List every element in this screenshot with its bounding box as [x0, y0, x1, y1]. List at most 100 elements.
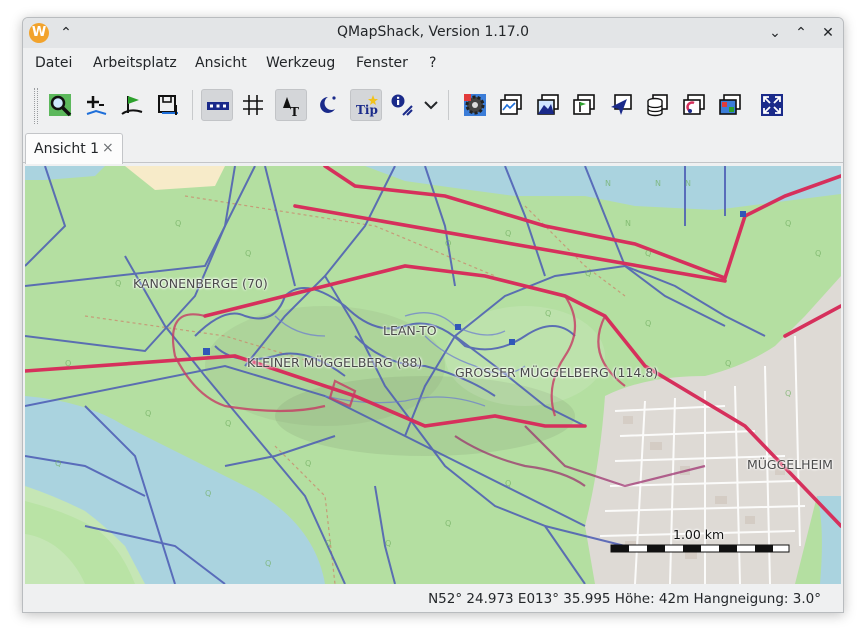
- grid-toggle[interactable]: [237, 89, 269, 121]
- svg-text:Q: Q: [65, 359, 71, 368]
- gis-view-button[interactable]: [568, 89, 600, 121]
- gis-view-icon: [573, 94, 595, 115]
- svg-text:Q: Q: [815, 249, 821, 258]
- realtime-view-icon: [683, 94, 705, 115]
- menu-arbeitsplatz[interactable]: Arbeitsplatz: [93, 55, 177, 71]
- svg-text:Q: Q: [725, 359, 731, 368]
- menu-help[interactable]: ?: [429, 55, 436, 71]
- fullscreen-button[interactable]: [756, 89, 788, 121]
- map-view-button[interactable]: [495, 89, 527, 121]
- menu-bar: Datei Arbeitsplatz Ansicht Werkzeug Fens…: [23, 49, 843, 77]
- map-label-kleiner-mueggelberg: KLEINER MÜGGELBERG (88): [247, 355, 423, 370]
- svg-text:Q: Q: [505, 479, 511, 488]
- add-waypoint-button[interactable]: [80, 89, 112, 121]
- route-flag-icon: [121, 96, 143, 115]
- route-flag-button[interactable]: [116, 89, 148, 121]
- tooltip-toggle[interactable]: Tip: [350, 89, 382, 121]
- grid-icon: [243, 95, 263, 115]
- view-tab-bar: Ansicht 1 ×: [23, 131, 843, 164]
- search-map-button[interactable]: [44, 89, 76, 121]
- map-canvas[interactable]: Q Q Q Q Q Q Q Q Q Q Q Q Q Q Q Q Q Q Q Q Q Q N N N N Q Q KANONENBERG…: [25, 166, 841, 584]
- menu-ansicht[interactable]: Ansicht: [195, 55, 247, 71]
- realtime-view-button[interactable]: [678, 89, 710, 121]
- svg-text:Q: Q: [445, 239, 451, 248]
- more-dropdown-icon: [424, 101, 438, 110]
- save-map-icon: [158, 95, 178, 115]
- map-label-kanonenberge: KANONENBERGE (70): [133, 276, 268, 291]
- svg-text:N: N: [625, 219, 631, 228]
- menu-werkzeug[interactable]: Werkzeug: [266, 55, 335, 71]
- svg-text:Q: Q: [145, 409, 151, 418]
- svg-text:Q: Q: [645, 249, 651, 258]
- settings-button[interactable]: [459, 89, 491, 121]
- svg-text:Q: Q: [205, 489, 211, 498]
- svg-text:Q: Q: [55, 459, 61, 468]
- text-on-map-icon: T: [283, 97, 299, 118]
- fullscreen-icon: [761, 94, 783, 116]
- save-map-button[interactable]: [152, 89, 184, 121]
- search-map-icon: [49, 94, 72, 117]
- svg-text:Q: Q: [115, 279, 121, 288]
- routing-view-button[interactable]: [605, 89, 637, 121]
- scale-bar: [610, 544, 790, 553]
- settings-gear-icon: [464, 94, 486, 116]
- menu-fenster[interactable]: Fenster: [356, 55, 408, 71]
- map-label-mueggelheim: MÜGGELHEIM: [747, 457, 833, 472]
- svg-text:Q: Q: [325, 539, 331, 548]
- night-mode-icon: [320, 96, 336, 113]
- map-label-lean-to: LEAN-TO: [383, 323, 437, 338]
- minimize-button[interactable]: ⌄: [764, 22, 786, 44]
- tab-close-icon[interactable]: ×: [102, 140, 114, 156]
- svg-text:Q: Q: [645, 319, 651, 328]
- svg-text:Q: Q: [785, 219, 791, 228]
- svg-text:Q: Q: [245, 249, 251, 258]
- tab-ansicht-1[interactable]: Ansicht 1 ×: [25, 133, 123, 164]
- tooltip-icon: Tip: [356, 95, 378, 117]
- svg-text:Q: Q: [305, 459, 311, 468]
- maximize-button[interactable]: ⌃: [790, 22, 812, 44]
- menu-datei[interactable]: Datei: [35, 55, 72, 71]
- map-graphics: Q Q Q Q Q Q Q Q Q Q Q Q Q Q Q Q Q Q Q Q Q Q N N N N Q Q: [25, 166, 841, 584]
- svg-text:N: N: [655, 179, 661, 188]
- status-bar: N52° 24.973 E013° 35.995 Höhe: 42m Hangn…: [23, 585, 843, 612]
- close-button[interactable]: ✕: [817, 22, 839, 44]
- svg-text:Q: Q: [545, 309, 551, 318]
- app-window: W ⌃ QMapShack, Version 1.17.0 ⌄ ⌃ ✕ Date…: [22, 17, 844, 613]
- info-track-toggle[interactable]: [386, 89, 418, 121]
- svg-text:Q: Q: [385, 539, 391, 548]
- svg-text:Q: Q: [505, 229, 511, 238]
- dem-view-icon: [537, 94, 559, 115]
- window-title: QMapShack, Version 1.17.0: [336, 24, 530, 40]
- night-mode-toggle[interactable]: [311, 89, 343, 121]
- map-view-icon: [500, 94, 522, 115]
- svg-text:Q: Q: [265, 559, 271, 568]
- tip-text: Tip: [356, 103, 378, 117]
- scale-bar-label: 1.00 km: [673, 527, 725, 542]
- toolbar-handle[interactable]: [34, 88, 38, 124]
- svg-text:N: N: [685, 179, 691, 188]
- cursor-position-status: N52° 24.973 E013° 35.995 Höhe: 42m Hangn…: [428, 591, 821, 607]
- svg-text:Q: Q: [785, 389, 791, 398]
- scale-bar-icon: [207, 102, 229, 110]
- database-view-icon: [647, 94, 668, 117]
- routing-view-icon: [611, 94, 632, 115]
- more-dropdown-button[interactable]: [419, 89, 441, 121]
- database-view-button[interactable]: [641, 89, 673, 121]
- scale-bar-toggle[interactable]: [201, 89, 233, 121]
- svg-text:Q: Q: [225, 419, 231, 428]
- svg-text:Q: Q: [585, 269, 591, 278]
- tab-label: Ansicht 1: [34, 141, 100, 157]
- tile-view-button[interactable]: [714, 89, 746, 121]
- map-label-grosser-mueggelberg: GROSSER MÜGGELBERG (114.8): [455, 365, 659, 380]
- toolbar-separator: [448, 90, 449, 120]
- add-waypoint-icon: [86, 96, 107, 115]
- dem-view-button[interactable]: [532, 89, 564, 121]
- toolbar: T Tip: [23, 80, 843, 130]
- svg-text:Q: Q: [445, 519, 451, 528]
- svg-text:Q: Q: [175, 219, 181, 228]
- title-bar[interactable]: W ⌃ QMapShack, Version 1.17.0 ⌄ ⌃ ✕: [23, 18, 843, 48]
- info-track-icon: [391, 94, 413, 116]
- toolbar-separator: [192, 90, 193, 120]
- text-on-map-toggle[interactable]: T: [275, 89, 307, 121]
- svg-text:T: T: [290, 105, 299, 118]
